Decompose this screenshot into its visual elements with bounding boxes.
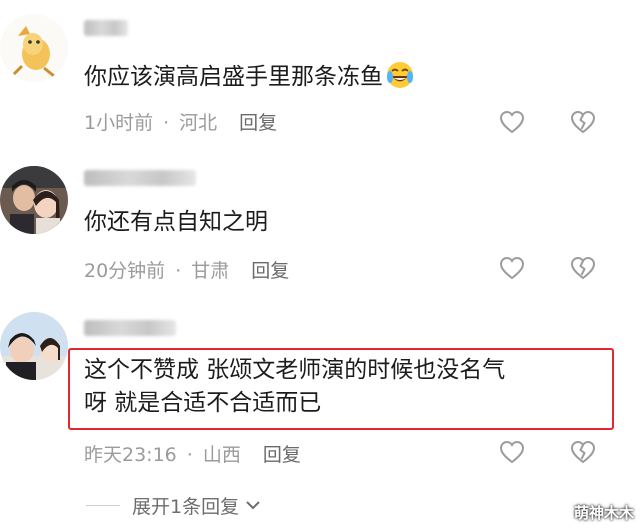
dislike-broken-heart-icon[interactable] [569,254,597,282]
avatar[interactable] [0,166,68,234]
dislike-broken-heart-icon[interactable] [569,108,597,136]
laughing-crying-emoji [387,62,413,88]
meta-separator: · [186,444,193,466]
username-blurred [84,20,128,36]
divider-line [86,505,120,506]
comment-meta: 1小时前 · 河北 回复 [84,108,277,135]
photo-avatar-icon [0,312,68,380]
like-heart-icon[interactable] [498,438,526,466]
like-heart-icon[interactable] [498,254,526,282]
comment-time: 1小时前 [84,112,154,134]
username-blurred [84,170,196,186]
username-blurred [84,320,176,336]
comment-meta: 20分钟前 · 甘肃 回复 [84,256,289,283]
comment-meta: 昨天23:16 · 山西 回复 [84,440,301,467]
comment-text-line-1: 这个不赞成 张颂文老师演的时候也没名气 [84,357,506,383]
photo-avatar-icon [0,166,68,234]
expand-replies-button[interactable]: 展开1条回复 [86,492,261,519]
avatar[interactable] [0,14,68,82]
comment-text-content: 你应该演高启盛手里那条冻鱼 [84,64,383,90]
comment-location: 河北 [179,112,218,134]
chevron-down-icon [245,496,261,515]
comment-text: 你还有点自知之明 [84,206,268,239]
comment-text-line-2: 呀 就是合适不合适而已 [84,390,322,416]
reply-button[interactable]: 回复 [251,260,289,282]
comment-time: 20分钟前 [84,260,166,282]
avatar[interactable] [0,312,68,380]
meta-separator: · [175,260,182,282]
dislike-broken-heart-icon[interactable] [569,438,597,466]
comment-text: 你应该演高启盛手里那条冻鱼 [84,60,415,94]
cartoon-avatar-icon [0,14,68,82]
comment-text: 这个不赞成 张颂文老师演的时候也没名气 呀 就是合适不合适而已 [84,354,505,420]
comment-location: 山西 [202,444,241,466]
like-heart-icon[interactable] [498,108,526,136]
meta-separator: · [163,112,170,134]
comment-text-content: 你还有点自知之明 [84,209,268,235]
reply-button[interactable]: 回复 [239,112,277,134]
reply-button[interactable]: 回复 [263,444,301,466]
watermark: 萌神木木 [573,504,634,522]
expand-replies-label: 展开1条回复 [132,496,240,518]
comment-time: 昨天23:16 [84,444,177,466]
comment-location: 甘肃 [191,260,230,282]
